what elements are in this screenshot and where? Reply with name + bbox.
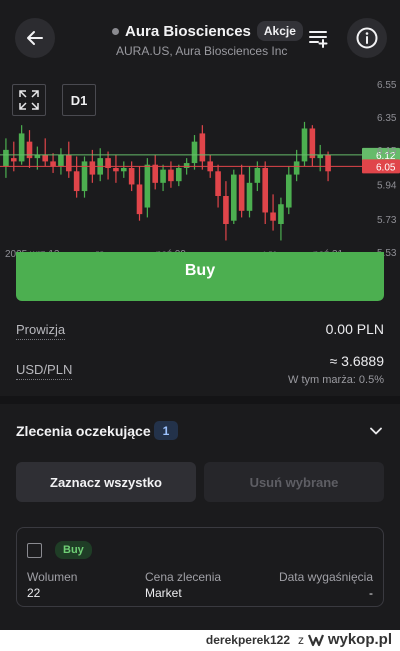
candle-body [309,128,316,159]
footer-separator: z [298,633,304,647]
fullscreen-icon [19,90,39,110]
header: Aura Biosciences Akcje AURA.US, Aura Bio… [0,0,400,76]
section-divider [0,396,400,404]
y-tick-label: 5.94 [377,180,397,191]
fx-rate-label: USD/PLN [16,362,73,380]
candle-body [160,169,166,183]
candle-body [183,163,190,168]
order-side-badge: Buy [55,541,92,559]
candle-body [128,168,135,185]
market-status-dot [112,27,119,35]
candlestick-chart[interactable]: 6.126.056.556.356.155.945.735.532025 wrz… [0,76,400,264]
footer-username[interactable]: derekperek122 [206,633,290,647]
buy-button[interactable]: Buy [16,252,384,301]
info-button[interactable] [347,18,387,58]
instrument-subtitle: AURA.US, Aura Biosciences Inc [116,44,288,58]
wykop-logo-icon [307,634,324,646]
info-icon [356,27,378,49]
candle-body [3,149,9,167]
footer-bar: derekperek122 z wykop.pl [0,630,400,651]
fx-margin-note: W tym marża: 0.5% [288,374,384,386]
candle-body [89,161,96,175]
candle-body [120,168,127,172]
select-all-button[interactable]: Zaznacz wszystko [16,462,196,502]
y-tick-label: 6.15 [377,146,397,157]
candle-body [238,174,245,211]
candle-body [175,168,182,182]
instrument-title: Aura Biosciences [125,22,251,40]
fx-rate-value: ≈ 3.6889 [329,353,384,369]
candle-body [270,212,276,221]
candle-body [113,168,119,172]
commission-value: 0.00 PLN [325,321,384,337]
add-to-list-button[interactable] [304,24,332,52]
order-checkbox[interactable] [27,543,42,558]
candle-body [18,133,25,162]
candle-body [215,171,221,196]
wykop-logo-text: wykop.pl [327,631,392,648]
pending-order-card[interactable]: Buy Wolumen 22 Cena zlecenia Market Data… [16,527,384,607]
wykop-logo[interactable]: wykop.pl [307,631,392,648]
chevron-down-icon [370,427,382,435]
candle-body [26,141,33,159]
candle-body [285,174,292,208]
expiry-label: Data wygaśnięcia [278,570,373,584]
price-chart[interactable]: 6.126.056.556.356.155.945.735.532025 wrz… [0,76,400,264]
pending-orders-title[interactable]: Zlecenia oczekujące [16,423,151,439]
candle-body [301,128,308,162]
candle-body [73,171,80,192]
candle-body [278,204,284,224]
arrow-left-icon [27,31,43,45]
instrument-type-badge: Akcje [256,21,303,41]
candle-body [223,196,229,224]
candle-body [168,169,174,182]
volume-value: 22 [27,586,41,600]
candle-body [325,154,331,172]
candle-body [10,158,17,162]
back-button[interactable] [15,18,55,58]
candle-body [152,164,159,183]
candle-body [65,154,72,172]
candle-body [191,141,198,164]
candle-body [144,164,151,208]
candle-body [136,184,143,215]
order-price-label: Cena zlecenia [145,570,222,584]
commission-label: Prowizja [16,322,66,340]
candle-body [230,174,237,221]
candle-body [58,154,64,167]
expiry-value: - [369,586,373,600]
candle-body [254,168,261,183]
bid-price-tag: 6.05 [376,162,396,173]
y-tick-label: 6.35 [377,113,397,124]
candle-body [50,161,56,167]
y-tick-label: 5.73 [377,215,397,226]
list-add-icon [309,31,328,48]
candle-body [199,133,206,162]
candle-body [293,161,300,175]
candle-body [42,154,49,162]
candle-body [246,182,253,211]
timeframe-button[interactable]: D1 [62,84,96,116]
pending-orders-count-badge: 1 [154,421,178,440]
expand-chart-button[interactable] [12,84,46,116]
remove-selected-button[interactable]: Usuń wybrane [204,462,384,502]
candle-body [262,168,269,213]
y-tick-label: 6.55 [377,80,397,91]
order-price-value: Market [145,586,182,600]
instrument-title-row: Aura Biosciences Akcje [112,20,303,42]
volume-label: Wolumen [27,570,78,584]
pending-orders-toggle[interactable] [366,421,386,441]
